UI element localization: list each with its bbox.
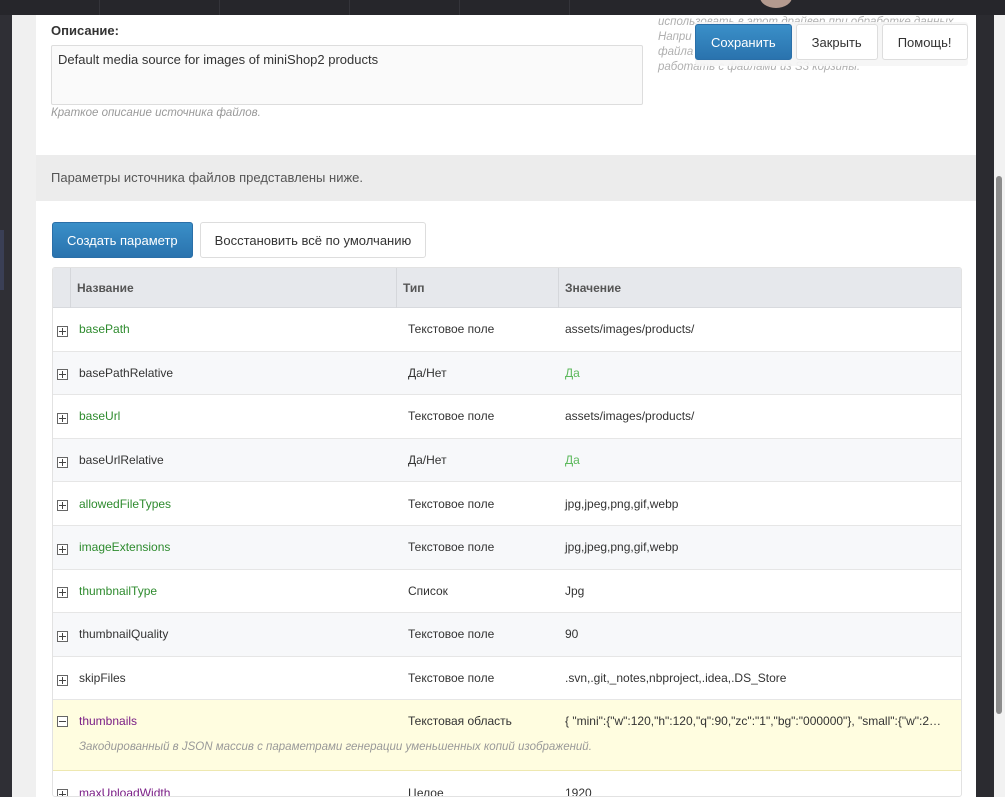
- property-type: Текстовое поле: [408, 627, 495, 642]
- property-value[interactable]: jpg,jpeg,png,gif,webp: [558, 540, 961, 554]
- property-name: baseUrlRelative: [79, 453, 164, 468]
- property-type: Да/Нет: [408, 453, 447, 468]
- property-name: skipFiles: [79, 671, 126, 686]
- left-rail: [0, 15, 12, 797]
- expand-icon[interactable]: [53, 324, 71, 337]
- header-value[interactable]: Значение: [558, 268, 961, 308]
- header-name[interactable]: Название: [71, 268, 396, 308]
- description-hint: Краткое описание источника файлов.: [51, 107, 261, 119]
- property-name: maxUploadWidth: [79, 785, 171, 797]
- collapse-icon[interactable]: [53, 714, 71, 728]
- expand-icon[interactable]: [53, 673, 71, 686]
- table-row[interactable]: allowedFileTypes Текстовое поле jpg,jpeg…: [53, 482, 961, 526]
- properties-info-bar: Параметры источника файлов представлены …: [36, 155, 976, 201]
- property-name: imageExtensions: [79, 540, 171, 555]
- table-row[interactable]: imageExtensions Текстовое поле jpg,jpeg,…: [53, 525, 961, 570]
- top-bar-segment: [350, 0, 460, 15]
- top-bar-segment: [220, 0, 350, 15]
- property-type: Текстовое поле: [408, 322, 495, 337]
- property-value[interactable]: 1920: [558, 786, 961, 796]
- help-button[interactable]: Помощь!: [881, 24, 968, 60]
- property-value[interactable]: .svn,.git,_notes,nbproject,.idea,.DS_Sto…: [558, 671, 961, 685]
- table-row[interactable]: thumbnailType Список Jpg: [53, 570, 961, 614]
- property-value[interactable]: assets/images/products/: [558, 322, 961, 336]
- property-value[interactable]: Да: [558, 366, 961, 380]
- property-value[interactable]: 90: [558, 627, 961, 641]
- table-row[interactable]: baseUrl Текстовое поле assets/images/pro…: [53, 395, 961, 439]
- property-name: thumbnailQuality: [79, 627, 169, 642]
- table-row-expanded[interactable]: thumbnails Текстовая область { "mini":{"…: [53, 700, 961, 772]
- table-row[interactable]: basePath Текстовое поле assets/images/pr…: [53, 308, 961, 352]
- table-row[interactable]: skipFiles Текстовое поле .svn,.git,_note…: [53, 657, 961, 701]
- main-panel: использовать в этот драйвер при обработк…: [12, 15, 976, 797]
- property-type: Да/Нет: [408, 365, 447, 380]
- top-bar-segment: [100, 0, 220, 15]
- table-row[interactable]: maxUploadWidth Целое 1920: [53, 771, 961, 797]
- property-value[interactable]: Да: [558, 453, 961, 467]
- property-name: basePath: [79, 322, 130, 337]
- property-value[interactable]: Jpg: [558, 584, 961, 598]
- table-row[interactable]: basePathRelative Да/Нет Да: [53, 351, 961, 396]
- window-toolbar: Сохранить Закрыть Помощь!: [695, 22, 968, 66]
- properties-grid: Название Тип Значение basePath Текстовое…: [52, 267, 962, 797]
- property-name: thumbnailType: [79, 583, 158, 598]
- restore-defaults-button[interactable]: Восстановить всё по умолчанию: [199, 222, 427, 258]
- save-button[interactable]: Сохранить: [695, 24, 792, 60]
- expand-icon[interactable]: [53, 411, 71, 424]
- property-description: Закодированный в JSON массив с параметра…: [79, 741, 592, 754]
- property-type: Целое: [408, 785, 444, 797]
- top-bar: [0, 0, 1005, 15]
- expand-icon[interactable]: [53, 498, 71, 512]
- property-name: baseUrl: [79, 409, 121, 424]
- top-bar-segment: [40, 0, 100, 15]
- top-bar-segment: [460, 0, 570, 15]
- property-name: allowedFileTypes: [79, 496, 172, 511]
- scrollbar-thumb[interactable]: [996, 176, 1002, 714]
- property-type: Текстовое поле: [408, 409, 495, 424]
- property-type: Текстовое поле: [408, 496, 495, 511]
- property-value[interactable]: { "mini":{"w":120,"h":120,"q":90,"zc":"1…: [558, 714, 961, 728]
- property-type: Список: [408, 583, 448, 598]
- property-name: basePathRelative: [79, 365, 174, 380]
- property-name: thumbnails: [79, 714, 138, 729]
- avatar[interactable]: [760, 0, 792, 8]
- description-label: Описание:: [51, 23, 119, 38]
- header-type[interactable]: Тип: [396, 268, 558, 308]
- expand-icon[interactable]: [53, 629, 71, 642]
- close-button[interactable]: Закрыть: [795, 24, 878, 60]
- expand-icon[interactable]: [53, 542, 71, 555]
- property-value[interactable]: assets/images/products/: [558, 409, 961, 423]
- property-type: Текстовое поле: [408, 671, 495, 686]
- table-row[interactable]: baseUrlRelative Да/Нет Да: [53, 438, 961, 483]
- expand-icon[interactable]: [53, 455, 71, 468]
- property-type: Текстовая область: [408, 714, 512, 729]
- create-property-button[interactable]: Создать параметр: [52, 222, 193, 258]
- expand-icon[interactable]: [53, 367, 71, 381]
- table-row[interactable]: thumbnailQuality Текстовое поле 90: [53, 613, 961, 657]
- property-type: Текстовое поле: [408, 540, 495, 555]
- properties-actions: Создать параметр Восстановить всё по умо…: [52, 222, 427, 258]
- grid-header: Название Тип Значение: [53, 268, 961, 308]
- property-value[interactable]: jpg,jpeg,png,gif,webp: [558, 497, 961, 511]
- expand-icon[interactable]: [53, 585, 71, 599]
- expand-icon[interactable]: [53, 787, 71, 796]
- left-rail-marker: [0, 230, 4, 290]
- description-field[interactable]: Default media source for images of miniS…: [51, 45, 643, 105]
- header-expander-column: [53, 268, 71, 308]
